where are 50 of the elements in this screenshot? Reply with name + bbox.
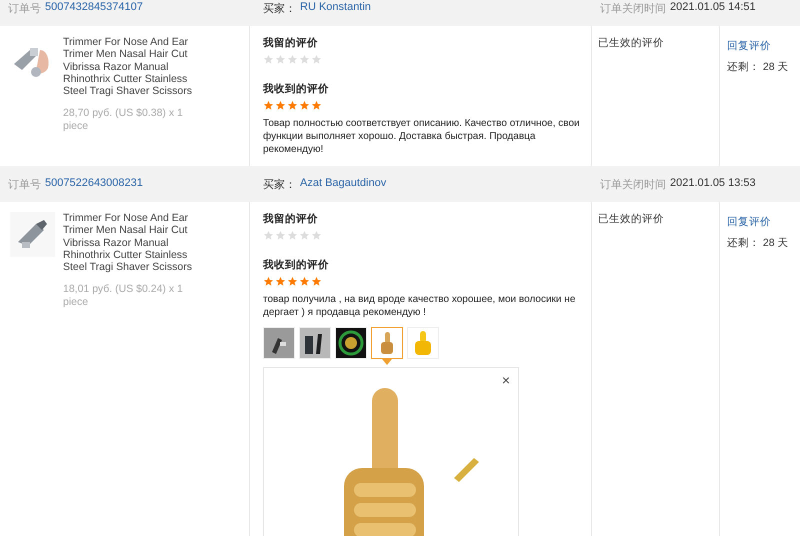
star-icon	[299, 276, 310, 287]
review-status: 已生效的评价	[598, 36, 665, 50]
received-review-heading: 我收到的评价	[263, 82, 330, 96]
product-title: Trimmer For Nose And Ear Trimer Men Nasal Hair Cut Vibrissa Razor Manual Rhinothrix Cutter Stainless Steel Tragi Shaver Scissors	[63, 36, 193, 98]
review-text: товар получила , на вид вроде качество хорошее, мои волосики не дергает ) я продавца рекомендую !	[263, 293, 576, 319]
star-icon	[263, 276, 274, 287]
review-text: Товар полностью соответствует описанию. Качество отличное, свои функции выполняет хорошо. Доставка быстрая. Продавца рекомендую!	[263, 117, 581, 156]
received-review-heading: 我收到的评价	[263, 258, 330, 272]
order-label: 订单号	[8, 2, 41, 16]
buyer-name: Azat Bagautdinov	[300, 176, 386, 190]
star-icon	[299, 54, 310, 65]
review-status: 已生效的评价	[598, 212, 665, 226]
star-icon	[299, 100, 310, 111]
closed-label: 订单关闭时间	[600, 178, 666, 192]
reply-review-link[interactable]: 回复评价	[727, 39, 771, 53]
remaining-days: 还剩： 28 天	[727, 60, 800, 74]
star-icon	[263, 100, 274, 111]
order-number: 5007432845374107	[45, 0, 143, 14]
order-label: 订单号	[8, 178, 41, 192]
star-icon	[287, 100, 298, 111]
my-review-heading: 我留的评价	[263, 36, 319, 50]
closed-label: 订单关闭时间	[600, 2, 666, 16]
star-icon	[275, 100, 286, 111]
photo-thumbnail[interactable]	[371, 327, 403, 359]
closed-time: 2021.01.05 13:53	[670, 176, 756, 190]
star-icon	[299, 230, 310, 241]
star-icon	[311, 276, 322, 287]
order-number: 5007522643008231	[45, 176, 143, 190]
star-icon	[287, 230, 298, 241]
remaining-days: 还剩： 28 天	[727, 236, 800, 250]
star-icon	[311, 230, 322, 241]
star-icon	[287, 276, 298, 287]
buyer-label: 买家：	[263, 178, 296, 192]
closed-time: 2021.01.05 14:51	[670, 0, 756, 14]
star-icon	[287, 54, 298, 65]
star-icon	[263, 230, 274, 241]
star-icon	[311, 100, 322, 111]
star-icon	[275, 54, 286, 65]
close-button[interactable]: ×	[502, 372, 510, 388]
my-review-heading: 我留的评价	[263, 212, 319, 226]
buyer-name: RU Konstantin	[300, 0, 371, 14]
product-title: Trimmer For Nose And Ear Trimer Men Nasal Hair Cut Vibrissa Razor Manual Rhinothrix Cutter Stainless Steel Tragi Shaver Scissors	[63, 212, 193, 274]
star-icon	[275, 230, 286, 241]
reply-review-link[interactable]: 回复评价	[727, 215, 771, 229]
star-icon	[263, 54, 274, 65]
product-price: 28,70 руб. (US $0.38) x 1 piece	[63, 107, 184, 132]
star-icon	[275, 276, 286, 287]
star-icon	[311, 54, 322, 65]
buyer-label: 买家：	[263, 2, 296, 16]
product-price: 18,01 руб. (US $0.24) x 1 piece	[63, 283, 184, 308]
